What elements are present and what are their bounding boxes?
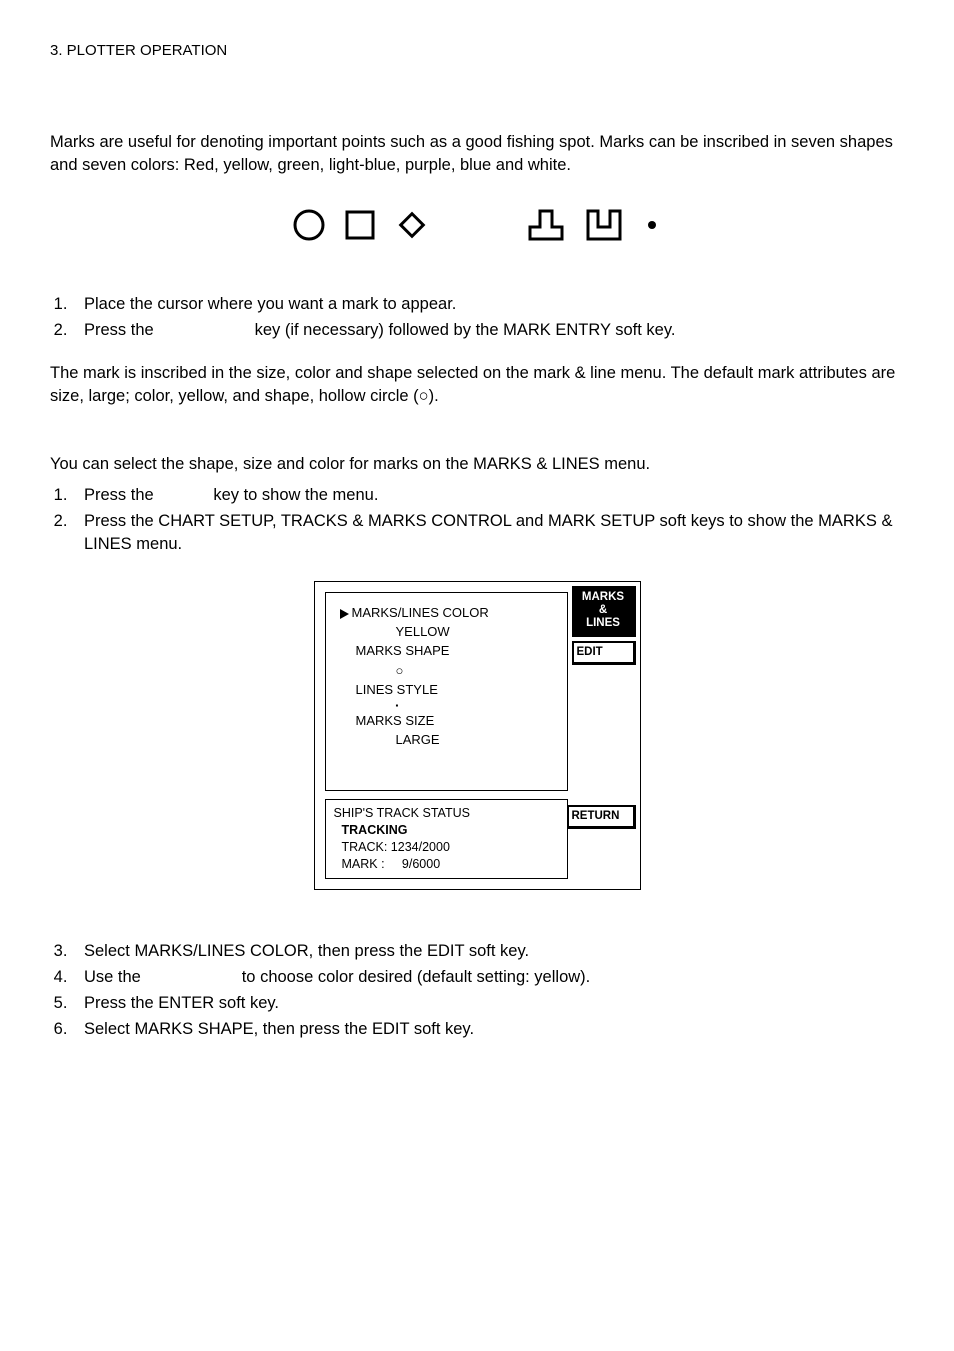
menu-row-color[interactable]: MARKS/LINES COLOR — [340, 604, 557, 622]
step-a2: Press the key (if necessary) followed by… — [72, 319, 904, 342]
step-b2: Press the CHART SETUP, TRACKS & MARKS CO… — [72, 510, 904, 556]
menu-val-lines: ▪ — [396, 700, 557, 711]
dot-icon — [642, 207, 662, 243]
page-header: 3. PLOTTER OPERATION — [50, 40, 904, 61]
softkey-return[interactable]: RETURN — [567, 805, 636, 829]
step-c5: Press the ENTER soft key. — [72, 992, 904, 1015]
steps-list-c: Select MARKS/LINES COLOR, then press the… — [50, 940, 904, 1041]
section-b-intro: You can select the shape, size and color… — [50, 453, 904, 476]
menu-val-size: LARGE — [396, 731, 557, 749]
menu-row-shape[interactable]: MARKS SHAPE — [356, 642, 557, 660]
menu-figure: MARKS &LINES EDIT MARKS/LINES COLOR YELL… — [50, 581, 904, 890]
menu-val-shape: ○ — [396, 662, 557, 680]
status-mark: MARK : 9/6000 — [342, 856, 559, 873]
menu-row-size[interactable]: MARKS SIZE — [356, 712, 557, 730]
convex-icon — [526, 207, 566, 243]
menu-options-panel: MARKS/LINES COLOR YELLOW MARKS SHAPE ○ L… — [325, 592, 568, 792]
menu-row-lines[interactable]: LINES STYLE — [356, 681, 557, 699]
status-mode: TRACKING — [342, 822, 559, 839]
circle-icon — [292, 208, 326, 242]
steps-list-a: Place the cursor where you want a mark t… — [50, 293, 904, 342]
menu-val-color: YELLOW — [396, 623, 557, 641]
step-c3: Select MARKS/LINES COLOR, then press the… — [72, 940, 904, 963]
softkey-title: MARKS &LINES — [572, 586, 636, 637]
step-c6: Select MARKS SHAPE, then press the EDIT … — [72, 1018, 904, 1041]
pointer-icon — [340, 609, 349, 619]
softkey-column: MARKS &LINES EDIT — [572, 586, 636, 669]
step-b1: Press the key to show the menu. — [72, 484, 904, 507]
status-panel: SHIP'S TRACK STATUS TRACKING TRACK: 1234… — [325, 799, 568, 879]
step-c4: Use the to choose color desired (default… — [72, 966, 904, 989]
step-a1: Place the cursor where you want a mark t… — [72, 293, 904, 316]
steps-list-b: Press the key to show the menu. Press th… — [50, 484, 904, 556]
diamond-icon — [394, 207, 430, 243]
softkey-edit[interactable]: EDIT — [572, 641, 636, 665]
menu-screen: MARKS &LINES EDIT MARKS/LINES COLOR YELL… — [314, 581, 641, 890]
mark-shapes-figure — [50, 207, 904, 243]
square-icon — [344, 209, 376, 241]
status-title: SHIP'S TRACK STATUS — [334, 805, 559, 822]
status-track: TRACK: 1234/2000 — [342, 839, 559, 856]
concave-icon — [584, 207, 624, 243]
intro-paragraph: Marks are useful for denoting important … — [50, 131, 904, 177]
after-a-paragraph: The mark is inscribed in the size, color… — [50, 362, 904, 408]
